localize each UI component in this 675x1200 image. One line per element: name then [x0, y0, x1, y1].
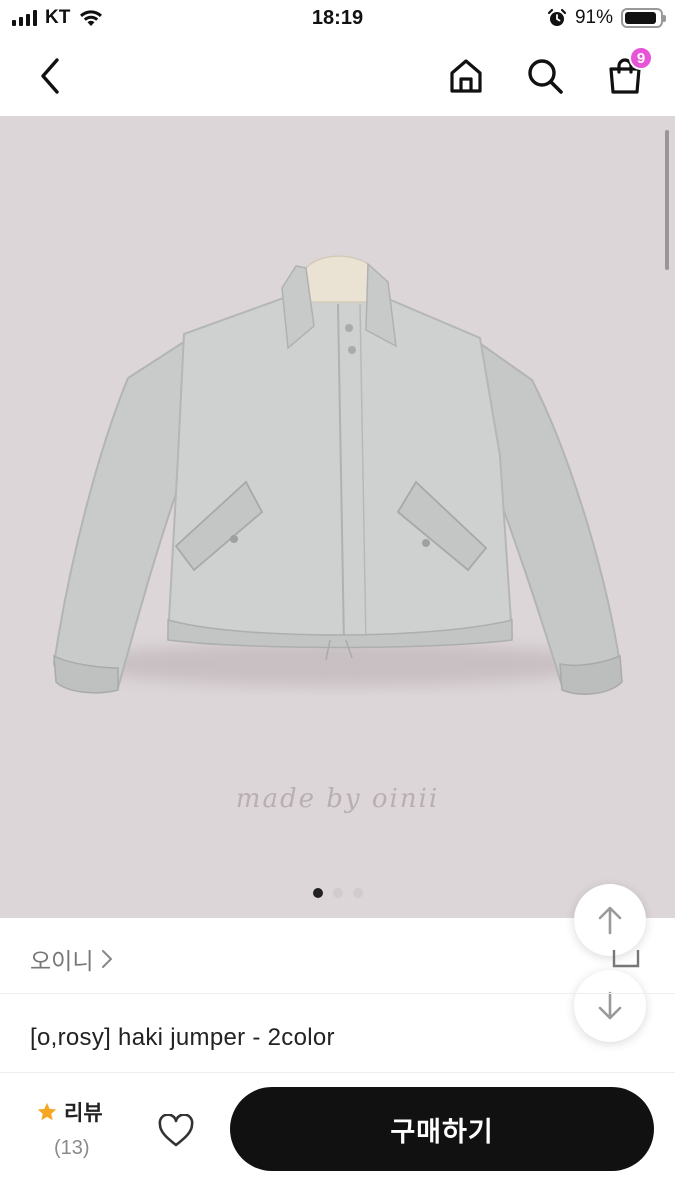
scrollbar[interactable] [665, 130, 669, 270]
top-nav: 9 [0, 38, 675, 116]
review-header: 리뷰 [36, 1097, 126, 1127]
home-icon [450, 59, 482, 93]
search-button[interactable] [523, 54, 567, 98]
battery-icon [621, 8, 666, 28]
share-button[interactable] [611, 946, 641, 975]
battery-percent: 91% [574, 7, 613, 28]
review-label: 리뷰 [64, 1102, 103, 1125]
home-button[interactable] [444, 54, 488, 98]
heart-icon [158, 1114, 194, 1147]
battery-fill [625, 12, 656, 24]
chevron-left-icon [41, 58, 59, 94]
pagination-dot[interactable] [352, 888, 363, 898]
alarm-icon [547, 8, 567, 26]
star-icon [37, 1102, 57, 1121]
share-icon [612, 950, 640, 968]
watermark-text: made by oinii [235, 784, 440, 814]
shop-link[interactable]: 오이니 [30, 942, 113, 976]
cart-button[interactable]: 9 [603, 46, 653, 98]
pagination-dot[interactable] [332, 888, 343, 898]
status-right: 91% [547, 7, 666, 29]
product-image-gallery[interactable]: made by oinii [0, 116, 675, 918]
bottom-action-bar: 리뷰 (13) 구매하기 [0, 1072, 675, 1200]
pagination-dot[interactable] [312, 888, 323, 898]
status-bar: KT 18:19 91% [0, 0, 675, 38]
image-pagination-dots [0, 888, 675, 898]
review-count: (13) [54, 1137, 90, 1159]
chevron-right-icon [102, 950, 113, 968]
arrow-down-icon [598, 991, 622, 1020]
wishlist-button[interactable] [154, 1109, 198, 1153]
shop-row: 오이니 [0, 918, 675, 994]
shop-name: 오이니 [30, 948, 94, 974]
back-button[interactable] [28, 54, 72, 98]
buy-button[interactable]: 구매하기 [230, 1087, 654, 1171]
review-link[interactable]: 리뷰 (13) [36, 1097, 126, 1160]
product-title: [o,rosy] haki jumper - 2color [30, 1024, 335, 1051]
search-icon [528, 59, 563, 94]
cart-count-badge: 9 [629, 46, 653, 70]
